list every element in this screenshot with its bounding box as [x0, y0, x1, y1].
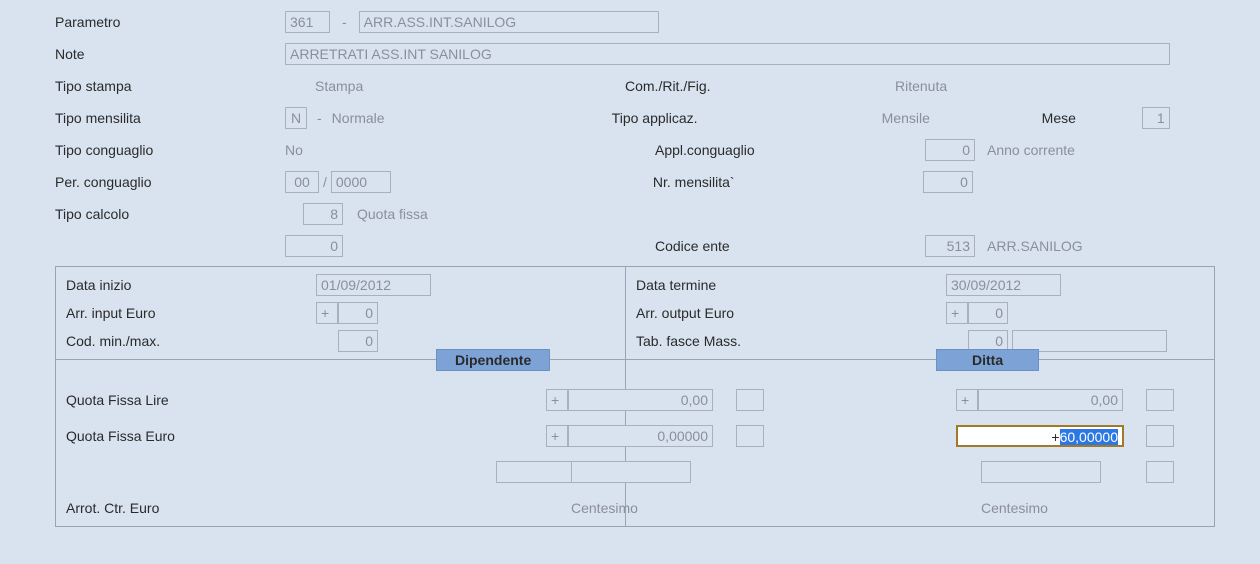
anno-corrente-text: Anno corrente: [975, 142, 1075, 158]
appl-conguaglio-field[interactable]: 0: [925, 139, 975, 161]
row-tipo-calcolo: Tipo calcolo 8 Quota fissa: [55, 202, 1260, 226]
ditta-blank-field[interactable]: [981, 461, 1101, 483]
com-rit-fig-value: Ritenuta: [895, 78, 947, 94]
row-centesimo: Centesimo Centesimo: [626, 494, 1204, 522]
dip-euro-sign-field[interactable]: +: [546, 425, 568, 447]
ditta-euro-value-selection: 60,00000: [1060, 429, 1118, 445]
tab-ditta[interactable]: Ditta: [936, 349, 1039, 371]
param-dash: -: [330, 14, 359, 30]
label-data-inizio: Data inizio: [66, 277, 316, 293]
row-tipo-mensilita: Tipo mensilita N - Normale Tipo applicaz…: [55, 106, 1260, 130]
label-per-conguaglio: Per. conguaglio: [55, 174, 285, 190]
label-tipo-calcolo: Tipo calcolo: [55, 206, 285, 222]
parametro-code-field[interactable]: 361: [285, 11, 330, 33]
tipo-mensilita-code-field[interactable]: N: [285, 107, 307, 129]
row-quota-fissa-lire-dip: Quota Fissa Lire: [66, 386, 615, 414]
row-data-inizio: Data inizio 01/09/2012: [66, 271, 615, 299]
zero-box-field[interactable]: 0: [285, 235, 343, 257]
per-conguaglio-mm-field[interactable]: 00: [285, 171, 319, 193]
tipo-conguaglio-value: No: [285, 142, 655, 158]
tipo-calcolo-desc: Quota fissa: [343, 206, 428, 222]
centesimo-ditta-text: Centesimo: [981, 500, 1048, 516]
label-data-termine: Data termine: [636, 277, 946, 293]
row-tipo-stampa: Tipo stampa Stampa Com./Rit./Fig. Ritenu…: [55, 74, 1260, 98]
dip-blank-field2[interactable]: [571, 461, 691, 483]
ditta-lire-sign-field[interactable]: +: [956, 389, 978, 411]
per-slash: /: [319, 174, 331, 190]
arr-input-sign-field[interactable]: +: [316, 302, 338, 324]
row-data-termine: Data termine 30/09/2012: [636, 271, 1204, 299]
ditta-lire-val-field[interactable]: 0,00: [978, 389, 1123, 411]
row-arrot-ctr-euro: Arrot. Ctr. Euro: [66, 494, 615, 522]
mese-field[interactable]: 1: [1142, 107, 1170, 129]
arr-input-val-field[interactable]: 0: [338, 302, 378, 324]
label-quota-fissa-euro: Quota Fissa Euro: [66, 428, 496, 444]
centesimo-dip-text: Centesimo: [571, 500, 638, 516]
label-note: Note: [55, 46, 285, 62]
row-arr-input-euro: Arr. input Euro + 0: [66, 299, 615, 327]
tipo-mensilita-desc: Normale: [332, 110, 612, 126]
arr-output-val-field[interactable]: 0: [968, 302, 1008, 324]
dip-lire-extra-field[interactable]: [736, 389, 764, 411]
row-tab-fasce-mass: Tab. fasce Mass. 0: [636, 327, 1204, 355]
label-tipo-applicaz: Tipo applicaz.: [612, 110, 882, 126]
dip-euro-extra-field[interactable]: [736, 425, 764, 447]
ditta-euro-sign: +: [1051, 429, 1059, 445]
label-tab-fasce-mass: Tab. fasce Mass.: [636, 333, 946, 349]
dip-lire-val-field[interactable]: 0,00: [568, 389, 713, 411]
row-codice-ente: 0 Codice ente 513 ARR.SANILOG: [55, 234, 1260, 258]
parametro-desc-field[interactable]: ARR.ASS.INT.SANILOG: [359, 11, 659, 33]
row-parametro: Parametro 361 - ARR.ASS.INT.SANILOG: [55, 10, 1260, 34]
label-appl-conguaglio: Appl.conguaglio: [655, 142, 925, 158]
cod-min-max-field[interactable]: 0: [338, 330, 378, 352]
tipo-applicaz-value: Mensile: [882, 110, 1042, 126]
label-cod-min-max: Cod. min./max.: [66, 333, 316, 349]
dip-lire-sign-field[interactable]: +: [546, 389, 568, 411]
arr-output-sign-field[interactable]: +: [946, 302, 968, 324]
tipo-calcolo-code-field[interactable]: 8: [303, 203, 343, 225]
tab-dipendente[interactable]: Dipendente: [436, 349, 550, 371]
ditta-euro-extra-field[interactable]: [1146, 425, 1174, 447]
label-com-rit-fig: Com./Rit./Fig.: [625, 78, 895, 94]
tipo-stampa-value: Stampa: [285, 78, 625, 94]
label-nr-mensilita: Nr. mensilita`: [653, 174, 923, 190]
label-tipo-mensilita: Tipo mensilita: [55, 110, 285, 126]
codice-ente-code-field[interactable]: 513: [925, 235, 975, 257]
row-tipo-conguaglio: Tipo conguaglio No Appl.conguaglio 0 Ann…: [55, 138, 1260, 162]
label-codice-ente: Codice ente: [655, 238, 925, 254]
label-arrot-ctr-euro: Arrot. Ctr. Euro: [66, 500, 496, 516]
row-quota-fissa-euro-dip: Quota Fissa Euro: [66, 422, 615, 450]
data-termine-field[interactable]: 30/09/2012: [946, 274, 1061, 296]
label-arr-output-euro: Arr. output Euro: [636, 305, 946, 321]
ditta-euro-field[interactable]: +60,00000: [956, 425, 1124, 447]
codice-ente-desc: ARR.SANILOG: [975, 238, 1083, 254]
label-mese: Mese: [1042, 110, 1142, 126]
mens-dash: -: [307, 110, 332, 126]
row-empty-ditta: [626, 458, 1204, 486]
row-quota-fissa-euro-vals: + 0,00000 +60,00000: [626, 422, 1204, 450]
ditta-lire-extra-field[interactable]: [1146, 389, 1174, 411]
label-parametro: Parametro: [55, 14, 285, 30]
label-arr-input-euro: Arr. input Euro: [66, 305, 316, 321]
lower-section: Data inizio 01/09/2012 Arr. input Euro +…: [55, 266, 1215, 527]
nr-mensilita-field[interactable]: 0: [923, 171, 973, 193]
note-field[interactable]: ARRETRATI ASS.INT SANILOG: [285, 43, 1170, 65]
label-quota-fissa-lire: Quota Fissa Lire: [66, 392, 496, 408]
row-per-conguaglio: Per. conguaglio 00 / 0000 Nr. mensilita`…: [55, 170, 1260, 194]
label-tipo-stampa: Tipo stampa: [55, 78, 285, 94]
label-tipo-conguaglio: Tipo conguaglio: [55, 142, 285, 158]
row-note: Note ARRETRATI ASS.INT SANILOG: [55, 42, 1260, 66]
ditta-blank-extra-field[interactable]: [1146, 461, 1174, 483]
row-empty-dip: [66, 458, 615, 486]
dip-euro-val-field[interactable]: 0,00000: [568, 425, 713, 447]
per-conguaglio-yyyy-field[interactable]: 0000: [331, 171, 391, 193]
row-arr-output-euro: Arr. output Euro + 0: [636, 299, 1204, 327]
row-quota-fissa-lire-vals: + 0,00 + 0,00: [626, 386, 1204, 414]
data-inizio-field[interactable]: 01/09/2012: [316, 274, 431, 296]
